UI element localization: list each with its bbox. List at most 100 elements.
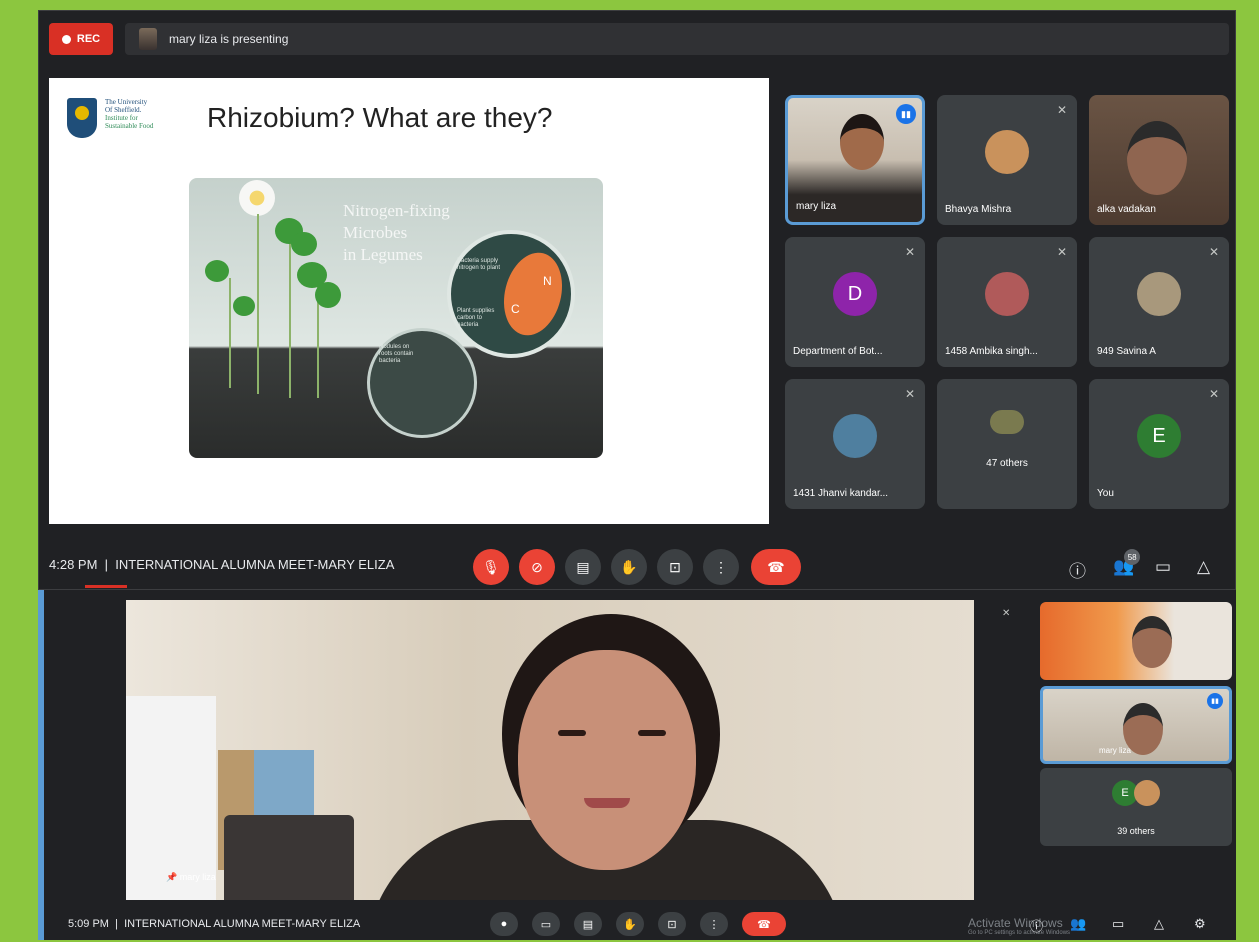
info-icon[interactable]: ⓘ: [1069, 557, 1086, 582]
others-tile[interactable]: E 39 others: [1040, 768, 1232, 846]
settings-icon[interactable]: ⚙: [1194, 916, 1206, 932]
clover-leaf: [315, 282, 341, 308]
nodule-caption: Nodules on roots contain bacteria: [379, 344, 414, 364]
info-icon[interactable]: ⓘ: [1030, 916, 1043, 935]
university-wordmark: The University Of Sheffield. Institute f…: [105, 98, 154, 130]
mic-icon: ●: [500, 918, 508, 930]
slide-title: Rhizobium? What are they?: [207, 102, 553, 133]
presenting-banner[interactable]: mary liza is presenting: [125, 23, 1229, 55]
recording-indicator[interactable]: REC: [49, 23, 113, 55]
meeting-time: 4:28 PM: [49, 557, 98, 572]
top-meet-window: REC mary liza is presenting The Universi…: [38, 10, 1236, 590]
meeting-info: 5:09 PM | INTERNATIONAL ALUMNA MEET-MARY…: [68, 918, 361, 930]
end-call-icon: ☎: [767, 558, 785, 575]
meeting-title: INTERNATIONAL ALUMNA MEET-MARY ELIZA: [115, 557, 395, 572]
speaker-face: [518, 650, 696, 870]
present-icon: ⊡: [667, 918, 677, 931]
chat-icon[interactable]: ▭: [1155, 557, 1171, 577]
participant-tile[interactable]: ✕ 949 Savina A: [1089, 237, 1229, 367]
activities-icon[interactable]: △: [1154, 916, 1164, 932]
others-tile[interactable]: 47 others: [937, 379, 1077, 509]
rec-label: REC: [76, 33, 101, 45]
activities-icon[interactable]: △: [1197, 557, 1210, 577]
speaker-eye: [638, 730, 666, 736]
participant-name: 949 Savina A: [1097, 346, 1156, 357]
clover-flower: [239, 180, 275, 216]
room-window: [126, 696, 216, 900]
participant-tile[interactable]: ▮▮ mary liza: [785, 95, 925, 225]
camera-toggle-button[interactable]: ⊘: [519, 549, 555, 585]
more-options-icon: ⋮: [708, 918, 720, 931]
speaking-indicator-icon: ▮▮: [896, 104, 916, 124]
captions-button[interactable]: ▤: [565, 549, 601, 585]
people-count-badge: 58: [1124, 549, 1141, 565]
presenting-text: mary liza is presenting: [169, 32, 289, 46]
avatar: [1137, 272, 1181, 316]
participant-tile[interactable]: ✕ D Department of Bot...: [785, 237, 925, 367]
end-call-button[interactable]: ☎: [751, 549, 801, 585]
present-button[interactable]: ⊡: [657, 549, 693, 585]
nitrogen-label: N: [543, 274, 552, 288]
room-chair: [224, 815, 354, 900]
mic-toggle-button[interactable]: ●: [490, 912, 518, 936]
end-call-button[interactable]: ☎: [742, 912, 786, 936]
people-button[interactable]: 👥 58: [1113, 549, 1141, 577]
avatar: [985, 272, 1029, 316]
plant-stem: [229, 278, 231, 388]
mic-off-icon: ✕: [1002, 608, 1011, 619]
others-count: 39 others: [1117, 826, 1155, 836]
chat-icon[interactable]: ▭: [1112, 916, 1124, 932]
self-tile[interactable]: ✕ E You: [1089, 379, 1229, 509]
more-options-button[interactable]: ⋮: [703, 549, 739, 585]
record-dot-icon: [61, 34, 71, 44]
participant-video: [1127, 121, 1187, 195]
raise-hand-button[interactable]: ✋: [616, 912, 644, 936]
participant-name: alka vadakan: [1097, 204, 1156, 215]
avatar: [1134, 780, 1160, 806]
bacteria-caption: Bacteria supply nitrogen to plant: [457, 258, 501, 271]
clover-leaf: [233, 296, 255, 316]
participant-video: [1132, 616, 1172, 668]
participant-tile[interactable]: alka vadakan: [1089, 95, 1229, 225]
room-poster: [254, 750, 314, 820]
participant-name: Department of Bot...: [793, 346, 883, 357]
meeting-time: 5:09 PM: [68, 918, 109, 930]
captions-button[interactable]: ▤: [574, 912, 602, 936]
plant-caption: Plant supplies carbon to bacteria: [457, 308, 495, 328]
more-options-button[interactable]: ⋮: [700, 912, 728, 936]
camera-toggle-button[interactable]: ▭: [532, 912, 560, 936]
meeting-title: INTERNATIONAL ALUMNA MEET-MARY ELIZA: [124, 918, 361, 930]
raise-hand-icon: ✋: [623, 918, 637, 931]
participant-tile[interactable]: ✕ Bhavya Mishra: [937, 95, 1077, 225]
avatar: [985, 130, 1029, 174]
participant-name: Bhavya Mishra: [945, 204, 1012, 215]
pinned-label: 📌 mary liza: [166, 872, 216, 882]
meeting-control-bar: 5:09 PM | INTERNATIONAL ALUMNA MEET-MARY…: [44, 908, 1236, 940]
mic-toggle-button[interactable]: 🎙: [473, 549, 509, 585]
pin-icon: 📌: [166, 872, 178, 882]
avatar: D: [833, 272, 877, 316]
people-icon[interactable]: 👥: [1070, 916, 1086, 932]
mic-off-icon: ✕: [904, 245, 915, 259]
more-options-icon: ⋮: [714, 558, 728, 575]
clover-leaf: [205, 260, 229, 282]
present-button[interactable]: ⊡: [658, 912, 686, 936]
activate-windows-watermark: Activate Windows Go to PC settings to ac…: [968, 916, 1071, 936]
participant-tile[interactable]: ✕ 1458 Ambika singh...: [937, 237, 1077, 367]
raise-hand-button[interactable]: ✋: [611, 549, 647, 585]
participant-tile[interactable]: ✕ 1431 Jhanvi kandar...: [785, 379, 925, 509]
speaker-mouth: [584, 798, 630, 808]
participant-tile[interactable]: mary liza ▮▮: [1040, 686, 1232, 764]
avatar: E: [1137, 414, 1181, 458]
participant-name: mary liza: [796, 201, 837, 212]
raise-hand-icon: ✋: [620, 558, 638, 575]
meeting-control-bar: 4:28 PM | INTERNATIONAL ALUMNA MEET-MARY…: [39, 543, 1237, 589]
avatar: [833, 414, 877, 458]
participant-tile[interactable]: [1040, 602, 1232, 680]
speaking-indicator-icon: ▮▮: [1207, 693, 1223, 709]
plant-stem: [257, 214, 259, 394]
end-call-icon: ☎: [757, 918, 771, 931]
pinned-speaker-video[interactable]: 📌 mary liza: [126, 600, 974, 900]
camera-off-icon: ⊘: [531, 558, 543, 575]
participant-name: 1458 Ambika singh...: [945, 346, 1038, 357]
